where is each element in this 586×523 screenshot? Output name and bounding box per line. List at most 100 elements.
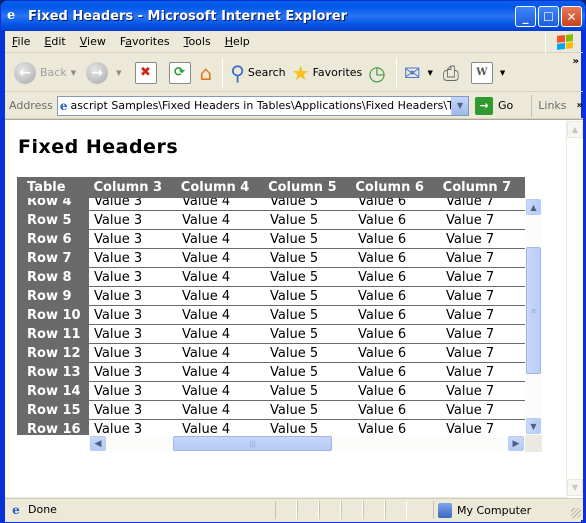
table-cell: Value 3: [94, 288, 143, 304]
scroll-right-button[interactable]: ▶: [508, 436, 524, 451]
row-header: Row 14: [27, 384, 81, 399]
close-button[interactable]: ✕: [561, 6, 582, 27]
table-row: Value 3 Value 4 Value 5 Value 6 Value 7: [89, 325, 525, 344]
back-dropdown-icon[interactable]: ▼: [71, 69, 76, 77]
table-cell: Value 6: [358, 307, 407, 323]
table-cell: Value 7: [446, 383, 495, 399]
toolbar-overflow-chevron[interactable]: »: [573, 56, 579, 67]
menu-help[interactable]: Help: [218, 35, 257, 48]
table-horizontal-scrollbar[interactable]: ◀ ||| ▶: [89, 435, 525, 452]
browser-window: e Fixed Headers - Microsoft Internet Exp…: [0, 0, 586, 523]
forward-dropdown-icon[interactable]: ▼: [116, 69, 121, 77]
back-label: Back: [40, 66, 67, 79]
menu-tools[interactable]: Tools: [177, 35, 218, 48]
mail-dropdown-icon[interactable]: ▼: [428, 69, 433, 77]
search-button[interactable]: ⚲ Search: [227, 57, 288, 89]
page-scroll-down-button[interactable]: ▼: [567, 479, 583, 496]
address-dropdown-icon[interactable]: ▼: [451, 96, 468, 115]
table-body[interactable]: Value 3 Value 4 Value 5 Value 6 Value 7 Value…: [89, 198, 525, 435]
mail-icon: ✉: [403, 60, 421, 85]
page-scroll-up-button[interactable]: ▲: [567, 121, 583, 138]
address-value: ascript Samples\Fixed Headers in Tables\…: [70, 99, 469, 112]
table-row: Value 3 Value 4 Value 5 Value 6 Value 7: [89, 363, 525, 382]
home-button[interactable]: ⌂: [197, 57, 219, 89]
table-cell: Value 6: [358, 345, 407, 361]
corner-header: Table: [27, 180, 66, 195]
fixed-header-table: Table Column 3 Column 4 Column 5 Column …: [17, 177, 542, 452]
table-cell: Value 3: [94, 250, 143, 266]
favorites-label: Favorites: [312, 66, 363, 79]
table-cell: Value 4: [182, 288, 231, 304]
mail-button[interactable]: ✉ ▼: [401, 57, 440, 89]
stop-button[interactable]: ✖: [129, 57, 163, 89]
table-cell: Value 4: [182, 231, 231, 247]
edit-dropdown-icon[interactable]: ▼: [500, 69, 505, 77]
go-button[interactable]: → Go: [475, 96, 513, 115]
print-button[interactable]: ⎙: [440, 57, 465, 89]
table-cell: Value 4: [182, 198, 231, 209]
table-cell: Value 3: [94, 421, 143, 436]
back-button[interactable]: ← Back ▼: [11, 57, 83, 89]
table-cell: Value 6: [358, 250, 407, 266]
menu-file[interactable]: File: [5, 35, 37, 48]
maximize-button[interactable]: ☐: [538, 6, 559, 27]
links-overflow-chevron[interactable]: »: [577, 100, 583, 111]
page-title: Fixed Headers: [18, 136, 179, 158]
menu-edit[interactable]: Edit: [37, 35, 72, 48]
scroll-down-button[interactable]: ▼: [526, 418, 541, 434]
address-input[interactable]: e ascript Samples\Fixed Headers in Table…: [56, 95, 469, 116]
history-button[interactable]: ◷: [365, 57, 391, 89]
edit-button[interactable]: W ▼: [465, 57, 512, 89]
table-cell: Value 7: [446, 198, 495, 209]
toolbar-separator: [222, 57, 224, 88]
resize-grip[interactable]: [571, 508, 581, 518]
back-arrow-icon: ←: [14, 61, 36, 84]
table-cell: Value 5: [270, 345, 319, 361]
table-vertical-scrollbar[interactable]: ▲ ≡ ▼: [525, 198, 542, 435]
refresh-button[interactable]: ⟳: [163, 57, 197, 89]
menu-view[interactable]: View: [73, 35, 113, 48]
table-cell: Value 5: [270, 250, 319, 266]
table-cell: Value 6: [358, 383, 407, 399]
page-vertical-scrollbar[interactable]: ▲ ▼: [566, 120, 583, 498]
table-row: Value 3 Value 4 Value 5 Value 6 Value 7: [89, 287, 525, 306]
page-content: Fixed Headers Table Column 3 Column 4 Co…: [5, 119, 583, 498]
table-cell: Value 3: [94, 383, 143, 399]
table-row: Value 3 Value 4 Value 5 Value 6 Value 7: [89, 230, 525, 249]
table-cell: Value 4: [182, 364, 231, 380]
table-cell: Value 5: [270, 364, 319, 380]
table-cell: Value 7: [446, 250, 495, 266]
table-cell: Value 6: [358, 198, 407, 209]
scroll-left-button[interactable]: ◀: [90, 436, 106, 451]
minimize-button[interactable]: _: [515, 6, 536, 27]
address-label: Address: [9, 99, 53, 112]
refresh-icon: ⟳: [168, 61, 191, 84]
scroll-up-button[interactable]: ▲: [526, 199, 541, 215]
table-row: Value 3 Value 4 Value 5 Value 6 Value 7: [89, 268, 525, 287]
row-header: Row 8: [27, 270, 72, 285]
status-text: Done: [28, 503, 57, 516]
horizontal-scroll-thumb[interactable]: |||: [173, 436, 332, 451]
security-zone[interactable]: My Computer: [433, 501, 531, 519]
forward-button[interactable]: → ▼: [83, 57, 128, 89]
table-cell: Value 7: [446, 402, 495, 418]
home-icon: ⌂: [199, 60, 213, 85]
page-icon: e: [59, 98, 68, 113]
links-button[interactable]: Links »: [531, 94, 583, 117]
table-cell: Value 4: [182, 383, 231, 399]
menu-favorites[interactable]: Favorites: [113, 35, 177, 48]
row-header: Row 5: [27, 213, 72, 228]
row-header: Row 7: [27, 251, 72, 266]
print-icon: ⎙: [442, 60, 459, 85]
vertical-scroll-thumb[interactable]: ≡: [526, 247, 541, 374]
row-header-column: Row 4 Row 5 Row 6 Row 7 Row 8 Row 9 Row 10 Row …: [17, 198, 89, 435]
table-cell: Value 4: [182, 250, 231, 266]
favorites-button[interactable]: ★ Favorites: [289, 57, 366, 89]
table-cell: Value 7: [446, 212, 495, 228]
table-cell: Value 3: [94, 269, 143, 285]
scrollbar-corner: [525, 435, 542, 452]
title-bar[interactable]: e Fixed Headers - Microsoft Internet Exp…: [1, 1, 585, 31]
table-row: Value 3 Value 4 Value 5 Value 6 Value 7: [89, 382, 525, 401]
table-cell: Value 5: [270, 402, 319, 418]
row-header: Row 12: [27, 346, 81, 361]
